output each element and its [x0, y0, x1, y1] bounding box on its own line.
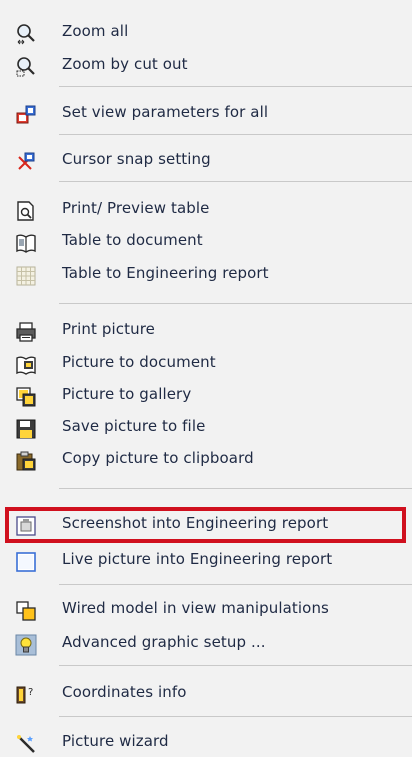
menu-item-cursor-snap-setting[interactable]: Cursor snap setting — [0, 145, 412, 175]
menu-item-wired-model-in-view-manipulations[interactable]: Wired model in view manipulations — [0, 594, 412, 624]
save-disk-icon — [16, 419, 36, 439]
separator — [59, 665, 412, 666]
wand-icon — [17, 735, 35, 753]
menu-item-table-to-document[interactable]: Table to document — [0, 226, 412, 256]
table-to-document-icon — [16, 234, 36, 253]
menu-item-label: Table to Engineering report — [62, 264, 269, 282]
print-preview-icon — [17, 201, 34, 221]
print-picture-icon — [16, 322, 36, 342]
selection-highlight-frame — [5, 507, 406, 543]
menu-item-coordinates-info[interactable]: ? Coordinates info — [0, 678, 412, 708]
menu-item-label: Print/ Preview table — [62, 199, 210, 217]
separator — [59, 716, 412, 717]
separator — [59, 303, 412, 304]
menu-item-live-picture-into-engineering-report[interactable]: Live picture into Engineering report — [0, 545, 412, 575]
menu-item-label: Cursor snap setting — [62, 150, 211, 168]
menu-item-label: Copy picture to clipboard — [62, 449, 254, 467]
menu-item-label: Zoom by cut out — [62, 55, 188, 73]
live-picture-icon — [16, 552, 36, 572]
menu-item-label: Picture to gallery — [62, 385, 192, 403]
menu-item-label: Table to document — [62, 231, 203, 249]
menu-item-label: Set view parameters for all — [62, 103, 269, 121]
coordinates-info-icon: ? — [16, 686, 33, 704]
menu-item-label: Coordinates info — [62, 683, 187, 701]
menu-item-zoom-by-cut-out[interactable]: Zoom by cut out — [0, 50, 412, 80]
menu-item-table-to-engineering-report[interactable]: Table to Engineering report — [0, 259, 412, 289]
menu-item-picture-to-document[interactable]: Picture to document — [0, 348, 412, 378]
picture-to-document-icon — [16, 356, 36, 375]
picture-gallery-icon — [16, 387, 36, 407]
menu-item-label: Zoom all — [62, 22, 129, 40]
context-menu: Zoom all Zoom by cut out Set view parame… — [0, 0, 412, 757]
menu-item-label: Live picture into Engineering report — [62, 550, 333, 568]
separator — [59, 181, 412, 182]
zoom-all-icon — [17, 24, 35, 45]
separator — [59, 86, 412, 87]
menu-item-label: Picture wizard — [62, 732, 169, 750]
menu-item-save-picture-to-file[interactable]: Save picture to file — [0, 412, 412, 442]
svg-text:?: ? — [28, 687, 33, 698]
menu-item-picture-to-gallery[interactable]: Picture to gallery — [0, 380, 412, 410]
menu-item-copy-picture-to-clipboard[interactable]: Copy picture to clipboard — [0, 444, 412, 474]
view-params-icon — [16, 105, 36, 124]
menu-item-print-preview-table[interactable]: Print/ Preview table — [0, 194, 412, 224]
table-grid-icon — [16, 266, 36, 286]
separator — [59, 134, 412, 135]
menu-item-label: Wired model in view manipulations — [62, 599, 329, 617]
cursor-snap-icon — [18, 152, 35, 170]
menu-item-zoom-all[interactable]: Zoom all — [0, 17, 412, 47]
menu-item-picture-wizard[interactable]: Picture wizard — [0, 727, 412, 757]
menu-item-label: Save picture to file — [62, 417, 206, 435]
lightbulb-icon — [15, 634, 37, 656]
zoom-cutout-icon — [16, 57, 35, 77]
menu-item-set-view-parameters[interactable]: Set view parameters for all — [0, 98, 412, 128]
menu-item-label: Picture to document — [62, 353, 216, 371]
wired-model-icon — [16, 601, 36, 621]
menu-item-advanced-graphic-setup[interactable]: Advanced graphic setup ... — [0, 628, 412, 658]
separator — [59, 488, 412, 489]
menu-item-print-picture[interactable]: Print picture — [0, 315, 412, 345]
clipboard-icon — [16, 451, 36, 471]
menu-item-label: Print picture — [62, 320, 155, 338]
menu-item-label: Advanced graphic setup ... — [62, 633, 266, 651]
separator — [59, 584, 412, 585]
